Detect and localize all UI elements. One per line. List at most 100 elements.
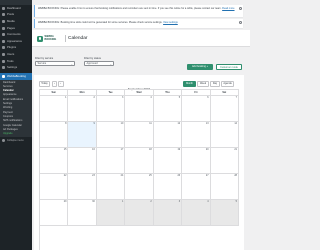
menu-item-settings[interactable]: Settings bbox=[0, 64, 32, 71]
admin-menu: Dashboard Posts Media Pages Comments Appearan… bbox=[0, 5, 32, 71]
day-cell[interactable]: 4 bbox=[125, 95, 154, 122]
day-cell[interactable]: 5 bbox=[153, 95, 183, 122]
day-cell-today[interactable]: 9 bbox=[68, 121, 97, 148]
day-cell[interactable]: 21 bbox=[210, 147, 239, 174]
notice-link[interactable]: Read more bbox=[222, 7, 234, 10]
chevron-down-icon: ⌄ bbox=[70, 63, 73, 67]
menu-item-label: Media bbox=[7, 18, 15, 23]
day-cell[interactable]: 3 bbox=[96, 95, 126, 122]
day-cell[interactable]: 2 bbox=[125, 199, 154, 226]
day-number: 4 bbox=[150, 96, 152, 100]
day-cell[interactable]: 22 bbox=[40, 173, 69, 200]
logo-text-line2: BOOKING bbox=[44, 37, 57, 41]
day-number: 19 bbox=[177, 148, 181, 152]
day-cell[interactable]: 10 bbox=[96, 121, 126, 148]
menu-item-comments[interactable]: Comments bbox=[0, 31, 32, 38]
day-cell[interactable]: 19 bbox=[153, 147, 183, 174]
service-filter-select[interactable]: Service ⌄ bbox=[35, 61, 75, 67]
day-cell[interactable]: 6 bbox=[182, 95, 211, 122]
day-cell[interactable]: 7 bbox=[210, 95, 239, 122]
day-cell[interactable]: 12 bbox=[153, 121, 183, 148]
day-number: 7 bbox=[235, 96, 237, 100]
menu-item-label: Settings bbox=[7, 65, 18, 70]
day-cell[interactable]: 4 bbox=[182, 199, 211, 226]
chevron-down-icon: ⌄ bbox=[109, 63, 112, 67]
calendar-card: Today ‹ › September 2024 Month Week Day … bbox=[34, 75, 244, 250]
day-cell[interactable]: 14 bbox=[210, 121, 239, 148]
wrench-icon bbox=[2, 59, 5, 63]
menu-item-dashboard[interactable]: Dashboard bbox=[0, 5, 32, 12]
menu-item-pages[interactable]: Pages bbox=[0, 25, 32, 32]
notice-link[interactable]: View settings bbox=[163, 21, 178, 24]
day-number: 10 bbox=[120, 122, 124, 126]
day-cell[interactable]: 11 bbox=[125, 121, 154, 148]
plugin-icon bbox=[2, 46, 5, 50]
day-number: 12 bbox=[177, 122, 181, 126]
menu-item-appearance[interactable]: Appearance bbox=[0, 38, 32, 45]
view-day-button[interactable]: Day bbox=[210, 81, 220, 87]
day-cell[interactable]: 20 bbox=[182, 147, 211, 174]
day-number: 16 bbox=[92, 148, 95, 152]
pages-icon bbox=[2, 26, 5, 30]
day-cell[interactable]: 5 bbox=[210, 199, 239, 226]
day-number: 4 bbox=[207, 200, 209, 204]
menu-item-plugins[interactable]: Plugins bbox=[0, 45, 32, 52]
view-agenda-button[interactable]: Agenda bbox=[221, 81, 234, 87]
view-week-button[interactable]: Week bbox=[197, 81, 209, 87]
day-cell[interactable]: 1 bbox=[96, 199, 126, 226]
day-number: 5 bbox=[235, 200, 237, 204]
customer-mode-button[interactable]: Customer mode bbox=[216, 64, 242, 70]
day-cell[interactable]: 1 bbox=[40, 95, 69, 122]
day-number: 1 bbox=[65, 96, 67, 100]
day-cell[interactable]: 27 bbox=[182, 173, 211, 200]
add-booking-button[interactable]: Add booking + bbox=[187, 64, 213, 70]
menu-item-users[interactable]: Users bbox=[0, 51, 32, 58]
day-cell[interactable]: 15 bbox=[40, 147, 69, 174]
media-icon bbox=[2, 19, 5, 23]
dismiss-icon[interactable] bbox=[238, 6, 242, 10]
menu-item-posts[interactable]: Posts bbox=[0, 12, 32, 19]
admin-bar bbox=[32, 0, 250, 3]
view-month-button[interactable]: Month bbox=[183, 81, 196, 87]
comments-icon bbox=[2, 33, 5, 37]
day-cell[interactable]: 29 bbox=[40, 199, 69, 226]
day-cell[interactable]: 17 bbox=[96, 147, 126, 174]
day-cell[interactable]: 26 bbox=[153, 173, 183, 200]
menu-item-label: Dashboard bbox=[7, 5, 21, 10]
collapse-menu-button[interactable]: Collapse menu bbox=[0, 137, 32, 143]
brush-icon bbox=[2, 39, 5, 43]
admin-sidebar: Dashboard Posts Media Pages Comments Appearan… bbox=[0, 0, 32, 250]
status-filter-select[interactable]: Approved ⌄ bbox=[84, 61, 114, 67]
day-number: 15 bbox=[63, 148, 67, 152]
day-number: 8 bbox=[65, 122, 67, 126]
day-number: 6 bbox=[207, 96, 209, 100]
users-icon bbox=[2, 52, 5, 56]
day-cell[interactable]: 30 bbox=[68, 199, 97, 226]
day-number: 3 bbox=[178, 200, 181, 204]
menu-item-label: Tools bbox=[7, 58, 14, 63]
day-cell[interactable]: 18 bbox=[125, 147, 154, 174]
menu-item-media[interactable]: Media bbox=[0, 18, 32, 25]
menu-item-webbabooking[interactable]: WebbaBooking bbox=[0, 72, 32, 80]
webbabooking-submenu: Dashboard Services Calendar Appearance Email… bbox=[0, 79, 32, 138]
day-number: 13 bbox=[205, 122, 209, 126]
day-cell[interactable]: 2 bbox=[68, 95, 97, 122]
header-divider bbox=[65, 35, 66, 42]
day-cell[interactable]: 3 bbox=[153, 199, 183, 226]
logo-mark bbox=[37, 35, 43, 42]
day-cell[interactable]: 28 bbox=[210, 173, 239, 200]
day-cell[interactable]: 16 bbox=[68, 147, 97, 174]
day-cell[interactable]: 23 bbox=[68, 173, 97, 200]
day-cell[interactable]: 8 bbox=[40, 121, 69, 148]
day-number: 1 bbox=[121, 200, 124, 204]
dismiss-icon[interactable] bbox=[238, 20, 242, 24]
menu-item-label: Pages bbox=[7, 25, 15, 30]
day-cell[interactable]: 24 bbox=[96, 173, 126, 200]
settings-icon bbox=[2, 66, 5, 70]
day-cell[interactable]: 13 bbox=[182, 121, 211, 148]
chevron-left-icon: ‹ bbox=[53, 82, 55, 85]
submenu-item-upgrade[interactable]: Upgrade bbox=[0, 132, 32, 136]
menu-item-label: Plugins bbox=[7, 45, 17, 50]
day-cell[interactable]: 25 bbox=[125, 173, 154, 200]
menu-item-tools[interactable]: Tools bbox=[0, 58, 32, 65]
